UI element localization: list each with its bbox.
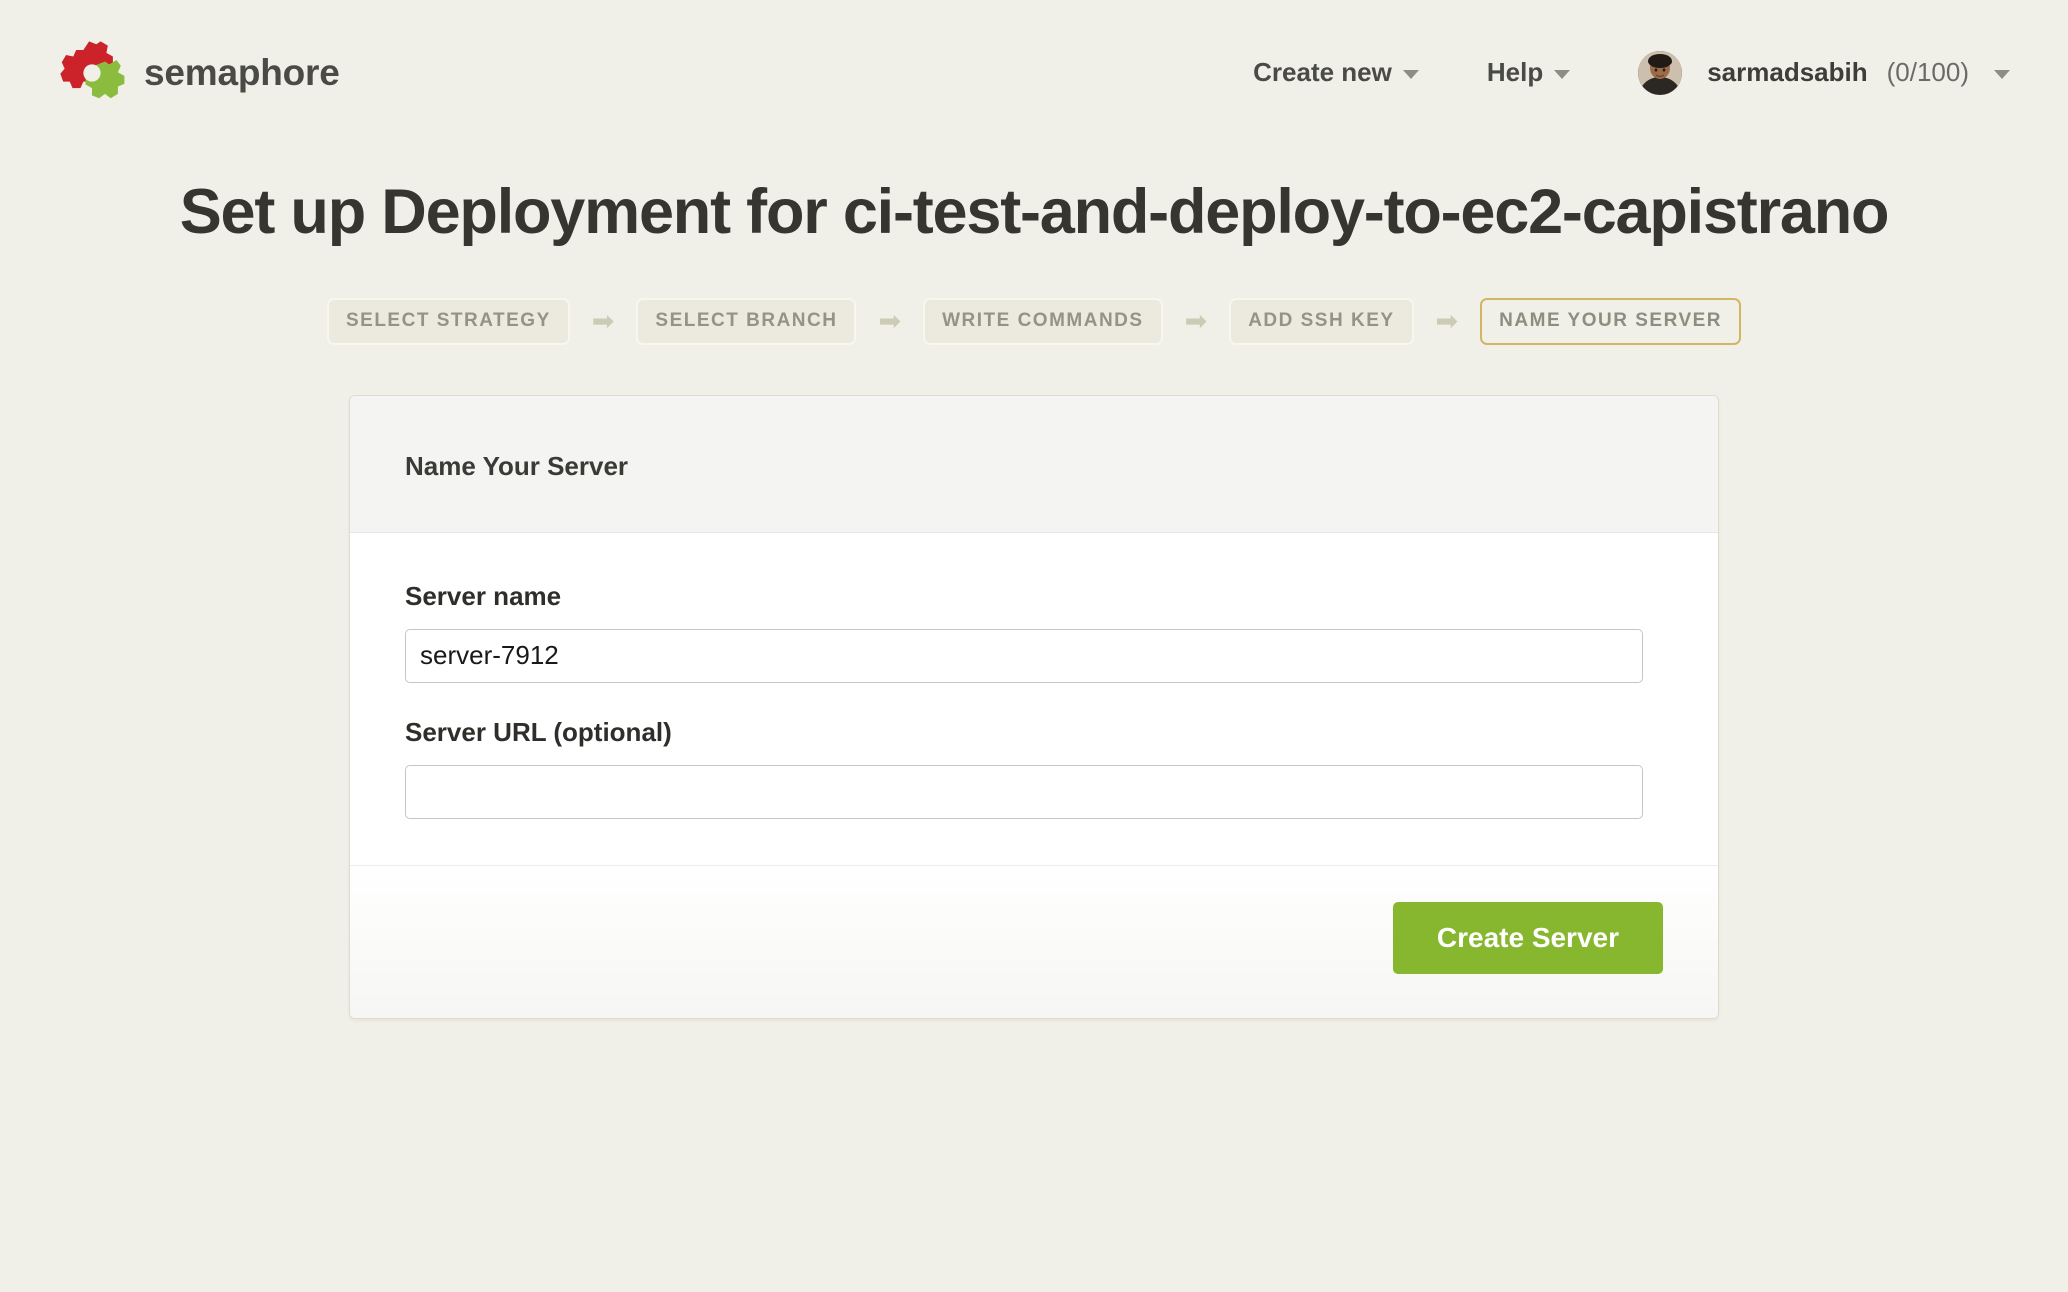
server-url-label: Server URL (optional) — [405, 716, 672, 747]
help-menu[interactable]: Help — [1486, 47, 1571, 98]
create-server-button[interactable]: Create Server — [1392, 901, 1663, 974]
create-new-label: Create new — [1253, 57, 1392, 87]
brand-logo-link[interactable]: semaphore — [56, 37, 340, 109]
user-quota-label: (0/100) — [1886, 57, 1969, 87]
server-url-input[interactable] — [405, 764, 1643, 819]
page-title: Set up Deployment for ci-test-and-deploy… — [179, 177, 1890, 247]
card-body: Server name Server URL (optional) — [350, 532, 1718, 865]
arrow-right-icon: ➡ — [1435, 305, 1459, 336]
chevron-down-icon — [1994, 70, 2010, 79]
avatar-photo — [1638, 50, 1683, 95]
arrow-right-icon: ➡ — [1184, 305, 1208, 336]
user-name-label: sarmadsabih — [1707, 57, 1868, 87]
help-label: Help — [1486, 57, 1544, 87]
arrow-right-icon: ➡ — [591, 305, 615, 336]
server-url-field-group: Server URL (optional) — [405, 717, 1663, 819]
create-new-menu[interactable]: Create new — [1253, 47, 1419, 98]
step-select-strategy[interactable]: SELECT STRATEGY — [326, 297, 570, 345]
card-heading: Name Your Server — [405, 450, 629, 481]
semaphore-gear-logo-icon — [60, 40, 125, 98]
step-add-ssh-key[interactable]: ADD SSH KEY — [1229, 297, 1414, 345]
avatar — [1638, 50, 1683, 95]
server-name-input[interactable] — [405, 628, 1643, 683]
step-name-your-server[interactable]: NAME YOUR SERVER — [1480, 297, 1742, 345]
server-name-field-group: Server name — [405, 581, 1663, 683]
chevron-down-icon — [1554, 70, 1571, 79]
card-footer: Create Server — [350, 864, 1718, 1018]
arrow-right-icon: ➡ — [878, 305, 902, 336]
name-your-server-card: Name Your Server Server name Server URL … — [349, 394, 1719, 1019]
brand-wordmark: semaphore — [144, 51, 340, 93]
step-select-branch[interactable]: SELECT BRANCH — [636, 297, 857, 345]
chevron-down-icon — [1402, 70, 1419, 79]
header-nav: Create new Help sarmadsabih (0/100) — [1185, 41, 2010, 105]
top-navigation-bar: semaphore Create new Help sarmadsabih (0… — [0, 0, 2068, 145]
user-account-menu[interactable]: sarmadsabih (0/100) — [1638, 41, 2010, 105]
setup-steps-breadcrumb: SELECT STRATEGY ➡ SELECT BRANCH ➡ WRITE … — [0, 297, 2068, 345]
card-header: Name Your Server — [350, 395, 1718, 533]
step-write-commands[interactable]: WRITE COMMANDS — [923, 297, 1163, 345]
server-name-label: Server name — [405, 580, 562, 611]
